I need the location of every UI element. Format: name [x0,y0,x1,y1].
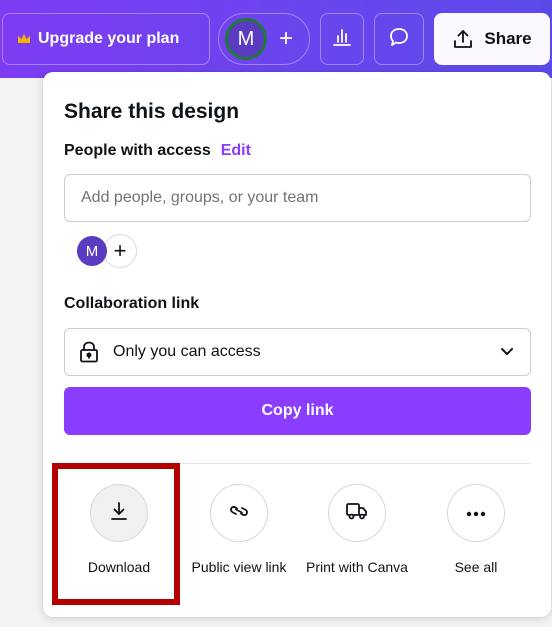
download-label: Download [87,559,151,575]
copy-link-button[interactable]: Copy link [64,387,531,435]
crown-icon [17,33,31,45]
avatar[interactable]: M [77,236,107,266]
collaboration-link-label: Collaboration link [64,295,200,312]
comments-button[interactable] [374,13,424,65]
more-icon [465,504,487,522]
public-view-link-label: Public view link [191,559,287,575]
bar-chart-icon [331,27,353,52]
divider [64,463,531,464]
see-all-button[interactable] [447,484,505,542]
people-access-row: People with access Edit [64,142,251,160]
people-access-label: People with access [64,142,211,159]
add-collaborator-button[interactable]: + [279,27,293,51]
link-icon [228,500,250,527]
avatar[interactable]: M [225,18,267,60]
upgrade-plan-button[interactable]: Upgrade your plan [2,13,210,65]
download-action[interactable]: Download [59,484,179,576]
avatar-initial: M [237,27,255,50]
print-with-canva-button[interactable] [328,484,386,542]
upgrade-plan-label: Upgrade your plan [38,30,180,47]
top-toolbar: Upgrade your plan M + Share [0,0,552,78]
insights-button[interactable] [320,13,364,65]
add-people-input[interactable] [64,174,531,222]
upload-icon [452,28,474,50]
copy-link-label: Copy link [261,402,334,419]
lock-icon [79,341,99,363]
chevron-down-icon [500,347,514,357]
comment-icon [388,26,410,53]
print-with-canva-label: Print with Canva [306,559,408,575]
members-row: M + [77,234,137,268]
edit-access-link[interactable]: Edit [221,142,251,160]
share-panel: Share this design People with access Edi… [43,72,551,617]
collaborators-group[interactable]: M + [218,13,310,65]
print-with-canva-action[interactable]: Print with Canva [297,484,417,576]
download-button[interactable] [90,484,148,542]
truck-icon [345,501,369,526]
see-all-action[interactable]: See all [416,484,536,576]
add-member-button[interactable]: + [103,234,137,268]
public-view-link-button[interactable] [210,484,268,542]
share-button[interactable]: Share [434,13,550,65]
share-label: Share [484,29,532,48]
public-view-link-action[interactable]: Public view link [179,484,299,576]
link-access-dropdown[interactable]: Only you can access [64,328,531,376]
see-all-label: See all [454,559,498,575]
download-icon [108,500,130,527]
panel-title: Share this design [64,100,240,123]
link-access-value: Only you can access [113,343,261,360]
member-initial: M [85,242,99,260]
